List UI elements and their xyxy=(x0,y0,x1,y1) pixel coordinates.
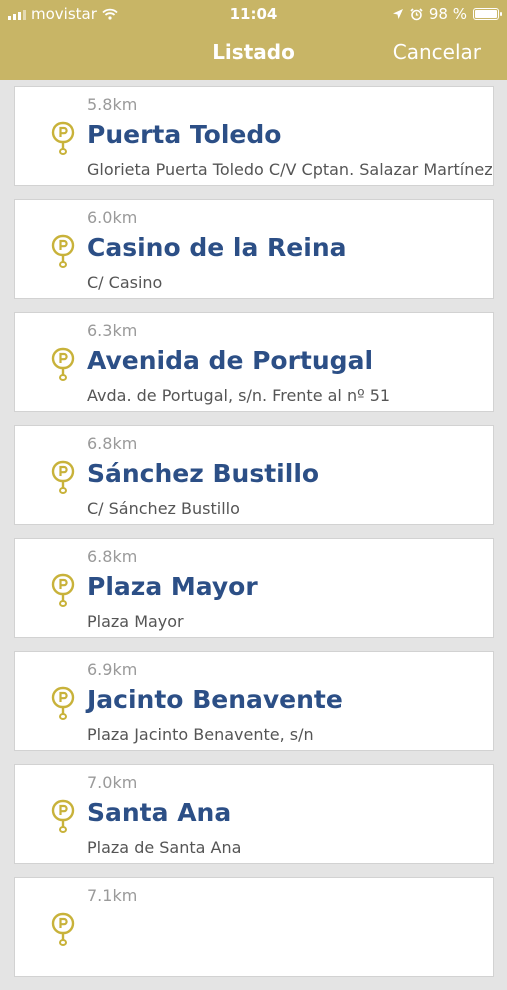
parking-pin-icon xyxy=(51,234,75,268)
status-bar: movistar 11:04 98 % xyxy=(0,0,507,28)
parking-address: Plaza Mayor xyxy=(87,612,184,631)
parking-address: C/ Casino xyxy=(87,273,163,292)
parking-address: Plaza de Santa Ana xyxy=(87,838,242,857)
list-item[interactable]: 5.8km Puerta Toledo Glorieta Puerta Tole… xyxy=(14,86,494,186)
parking-pin-icon xyxy=(51,121,75,155)
parking-name: Puerta Toledo xyxy=(87,120,282,149)
distance-label: 7.0km xyxy=(87,773,138,792)
list-item[interactable]: 7.0km Santa Ana Plaza de Santa Ana xyxy=(14,764,494,864)
list-item[interactable]: 6.9km Jacinto Benavente Plaza Jacinto Be… xyxy=(14,651,494,751)
parking-name: Jacinto Benavente xyxy=(87,685,343,714)
distance-label: 6.0km xyxy=(87,208,138,227)
alarm-icon xyxy=(410,7,423,20)
distance-label: 6.9km xyxy=(87,660,138,679)
parking-name: Casino de la Reina xyxy=(87,233,347,262)
parking-address: C/ Sánchez Bustillo xyxy=(87,499,240,518)
parking-name: Plaza Mayor xyxy=(87,572,258,601)
cancel-button[interactable]: Cancelar xyxy=(393,40,481,64)
parking-address: Avda. de Portugal, s/n. Frente al nº 51 xyxy=(87,386,391,405)
parking-name: Sánchez Bustillo xyxy=(87,459,320,488)
list-item[interactable]: 6.0km Casino de la Reina C/ Casino xyxy=(14,199,494,299)
parking-address: Plaza Jacinto Benavente, s/n xyxy=(87,725,314,744)
parking-pin-icon xyxy=(51,686,75,720)
distance-label: 6.3km xyxy=(87,321,138,340)
distance-label: 6.8km xyxy=(87,547,138,566)
list-item[interactable]: 6.3km Avenida de Portugal Avda. de Portu… xyxy=(14,312,494,412)
list-item[interactable]: 6.8km Sánchez Bustillo C/ Sánchez Bustil… xyxy=(14,425,494,525)
parking-pin-icon xyxy=(51,912,75,946)
header-bar: movistar 11:04 98 % Listado Cancelar xyxy=(0,0,507,80)
parking-pin-icon xyxy=(51,573,75,607)
distance-label: 6.8km xyxy=(87,434,138,453)
parking-pin-icon xyxy=(51,347,75,381)
battery-percent: 98 % xyxy=(428,5,467,23)
parking-name: Avenida de Portugal xyxy=(87,346,374,375)
parking-name: Santa Ana xyxy=(87,798,232,827)
parking-pin-icon xyxy=(51,799,75,833)
parking-list: 5.8km Puerta Toledo Glorieta Puerta Tole… xyxy=(14,86,494,990)
battery-fill xyxy=(475,10,497,18)
parking-pin-icon xyxy=(51,460,75,494)
list-item[interactable]: 7.1km xyxy=(14,877,494,977)
status-right: 98 % xyxy=(392,5,502,23)
list-item[interactable]: 6.8km Plaza Mayor Plaza Mayor xyxy=(14,538,494,638)
battery-icon xyxy=(473,8,502,20)
location-arrow-icon xyxy=(392,9,403,19)
parking-address: Glorieta Puerta Toledo C/V Cptan. Salaza… xyxy=(87,160,493,179)
distance-label: 7.1km xyxy=(87,886,138,905)
distance-label: 5.8km xyxy=(87,95,138,114)
